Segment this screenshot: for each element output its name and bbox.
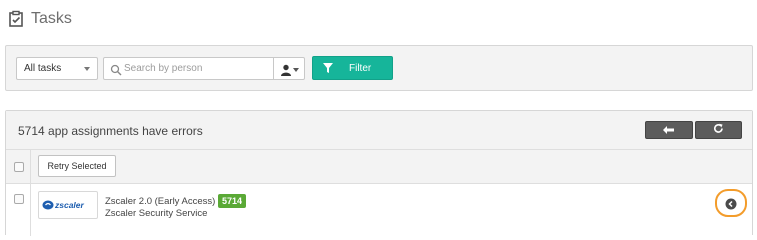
refresh-button[interactable] xyxy=(695,121,742,139)
retry-selected-button[interactable]: Retry Selected xyxy=(38,155,116,177)
results-panel: 5714 app assignments have errors Retry S… xyxy=(5,110,753,236)
results-title: 5714 app assignments have errors xyxy=(18,124,203,138)
back-button[interactable] xyxy=(645,121,693,139)
chevron-circle-left-icon xyxy=(725,197,737,210)
error-count-badge: 5714 xyxy=(218,194,247,208)
search-input[interactable] xyxy=(124,60,270,77)
row-checkbox[interactable] xyxy=(14,194,24,204)
select-all-checkbox[interactable] xyxy=(14,162,24,172)
filter-button-label: Filter xyxy=(349,62,372,74)
person-type-dropdown[interactable] xyxy=(274,57,305,80)
page-title: Tasks xyxy=(31,10,72,27)
app-logo: zscaler xyxy=(38,191,98,219)
clipboard-check-icon xyxy=(7,10,25,28)
task-type-select-value: All tasks xyxy=(24,63,62,74)
table-row: zscaler Zscaler 2.0 (Early Access) Zscal… xyxy=(6,184,752,236)
search-field[interactable] xyxy=(103,57,274,80)
caret-down-icon xyxy=(293,68,299,72)
results-header: 5714 app assignments have errors xyxy=(6,111,752,150)
app-logo-text: zscaler xyxy=(54,200,85,210)
expand-row-button[interactable] xyxy=(715,189,747,217)
arrow-left-icon xyxy=(663,121,675,139)
column-divider xyxy=(30,150,31,183)
app-subtitle: Zscaler Security Service xyxy=(105,208,208,219)
filter-button[interactable]: Filter xyxy=(312,56,393,80)
task-type-select[interactable]: All tasks xyxy=(16,57,98,80)
person-icon xyxy=(280,63,292,76)
column-divider xyxy=(30,184,31,236)
page-header: Tasks xyxy=(7,10,72,28)
refresh-icon xyxy=(713,121,724,139)
app-name: Zscaler 2.0 (Early Access) xyxy=(105,196,216,207)
bulk-action-row: Retry Selected xyxy=(6,150,752,184)
caret-down-icon xyxy=(84,67,90,71)
zscaler-logo: zscaler xyxy=(42,200,85,210)
search-icon xyxy=(110,63,122,76)
filter-panel: All tasks Filter xyxy=(5,45,753,91)
filter-icon xyxy=(323,63,333,73)
